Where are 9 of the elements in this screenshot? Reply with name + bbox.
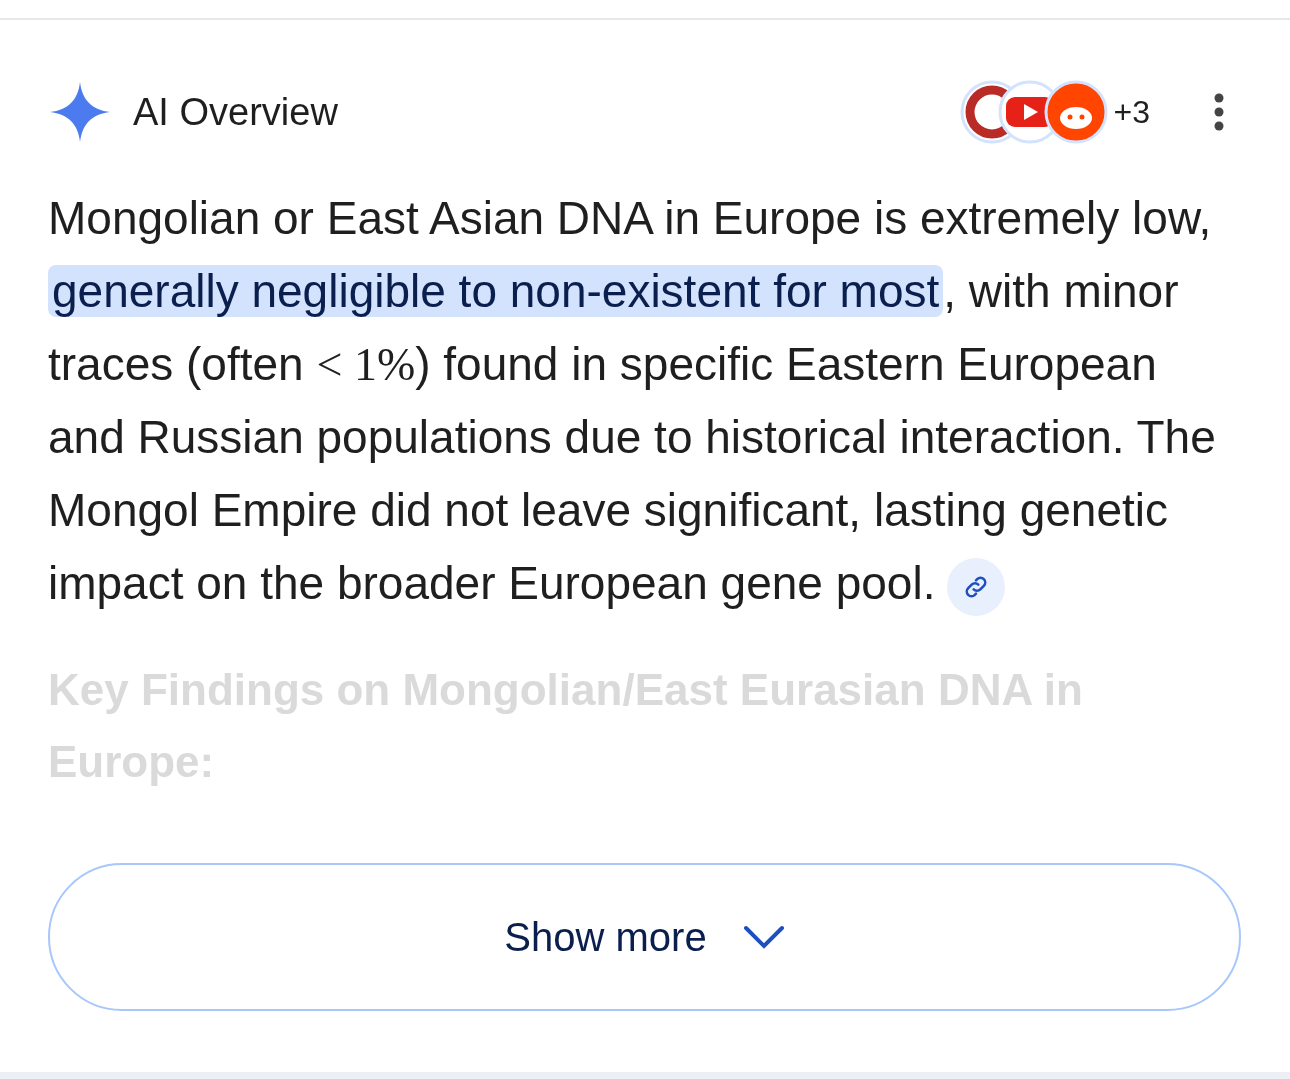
source-icons[interactable] [959, 80, 1110, 144]
sparkle-icon [50, 82, 110, 142]
overview-paragraph: Mongolian or East Asian DNA in Europe is extremely low, generally negligible to non-existent for most, with minor traces (often < 1%) found in specific Eastern European and Russian populations due to historical interaction. The Mongol Empire did not leave significant, lasting genetic impact on the broader European gene pool. [0, 182, 1225, 620]
overview-title: AI Overview [133, 89, 338, 135]
highlighted-phrase[interactable]: generally negligible to non-existent for most [48, 265, 944, 317]
source-count[interactable]: +3 [1113, 88, 1150, 136]
chevron-down-icon [742, 925, 785, 949]
more-vertical-icon [1214, 93, 1224, 131]
show-more-button[interactable]: Show more [48, 863, 1241, 1011]
